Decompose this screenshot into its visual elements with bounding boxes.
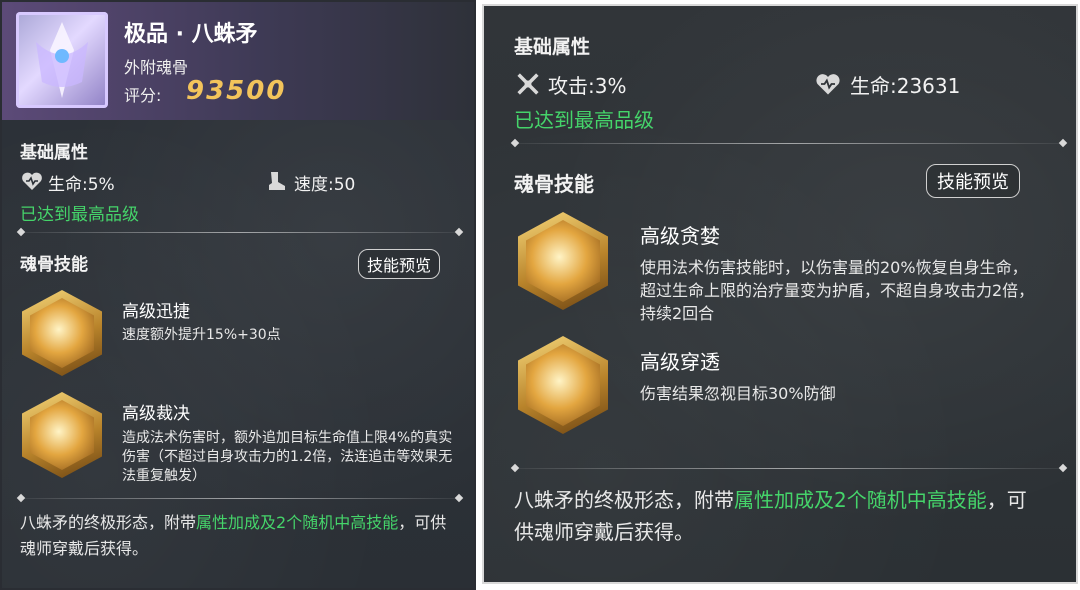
divider bbox=[20, 498, 460, 499]
skill-desc: 使用法术伤害技能时，以伤害量的20%恢复自身生命，超过生命上限的治疗量变为护盾，… bbox=[640, 258, 1035, 323]
divider bbox=[514, 143, 1064, 144]
stat-hp: 生命:23631 bbox=[850, 74, 961, 98]
item-description: 八蛛矛的终极形态，附带属性加成及2个随机中高技能，可供魂师穿戴后获得。 bbox=[514, 484, 1034, 548]
skill-preview-button[interactable]: 技能预览 bbox=[926, 164, 1020, 198]
desc-prefix: 八蛛矛的终极形态，附带 bbox=[20, 513, 197, 532]
item-header: 极品 · 八蛛矛 外附魂骨 评分: 93500 bbox=[2, 2, 474, 120]
desc-prefix: 八蛛矛的终极形态，附带 bbox=[514, 488, 734, 512]
item-description: 八蛛矛的终极形态，附带属性加成及2个随机中高技能，可供魂师穿戴后获得。 bbox=[20, 510, 450, 562]
skill-preview-button[interactable]: 技能预览 bbox=[358, 249, 441, 279]
skill-desc: 造成法术伤害时，额外追加目标生命值上限4%的真实伤害（不超过自身攻击力的1.2倍… bbox=[122, 430, 453, 484]
max-quality-text: 已达到最高品级 bbox=[514, 108, 654, 132]
right-item-panel: 基础属性 攻击:3% 生命:23631 已达到最高品级 魂骨技能 技能预览 高级… bbox=[482, 4, 1078, 584]
stat-speed: 速度:50 bbox=[294, 175, 356, 195]
skills-title: 魂骨技能 bbox=[20, 255, 88, 275]
base-attr-title: 基础属性 bbox=[514, 36, 591, 58]
heart-icon bbox=[22, 172, 42, 190]
desc-highlight: 属性加成及2个随机中高技能 bbox=[196, 513, 399, 532]
divider bbox=[20, 232, 460, 233]
left-item-panel: 极品 · 八蛛矛 外附魂骨 评分: 93500 基础属性 生命:5% 速度:50… bbox=[0, 0, 476, 590]
item-title: 极品 · 八蛛矛 bbox=[124, 22, 258, 47]
base-attr-title: 基础属性 bbox=[20, 143, 88, 163]
boot-icon bbox=[269, 172, 285, 190]
score-label: 评分: bbox=[124, 86, 162, 105]
skill-name: 高级贪婪 bbox=[640, 224, 720, 248]
skill-name: 高级裁决 bbox=[122, 404, 190, 424]
desc-highlight: 属性加成及2个随机中高技能 bbox=[734, 488, 987, 512]
sword-icon bbox=[517, 73, 539, 95]
skill-desc: 伤害结果忽视目标30%防御 bbox=[640, 384, 836, 403]
heart-icon bbox=[816, 74, 840, 95]
item-subtitle: 外附魂骨 bbox=[124, 58, 189, 77]
skills-title: 魂骨技能 bbox=[514, 172, 594, 196]
skill-name: 高级穿透 bbox=[640, 350, 720, 374]
stat-hp: 生命:5% bbox=[48, 175, 115, 195]
max-quality-text: 已达到最高品级 bbox=[20, 205, 139, 225]
item-emblem-icon bbox=[16, 12, 108, 108]
divider bbox=[514, 468, 1064, 469]
score-value: 93500 bbox=[186, 76, 287, 106]
stat-atk: 攻击:3% bbox=[548, 74, 627, 98]
skill-name: 高级迅捷 bbox=[122, 302, 190, 322]
skill-desc: 速度额外提升15%+30点 bbox=[122, 327, 281, 343]
